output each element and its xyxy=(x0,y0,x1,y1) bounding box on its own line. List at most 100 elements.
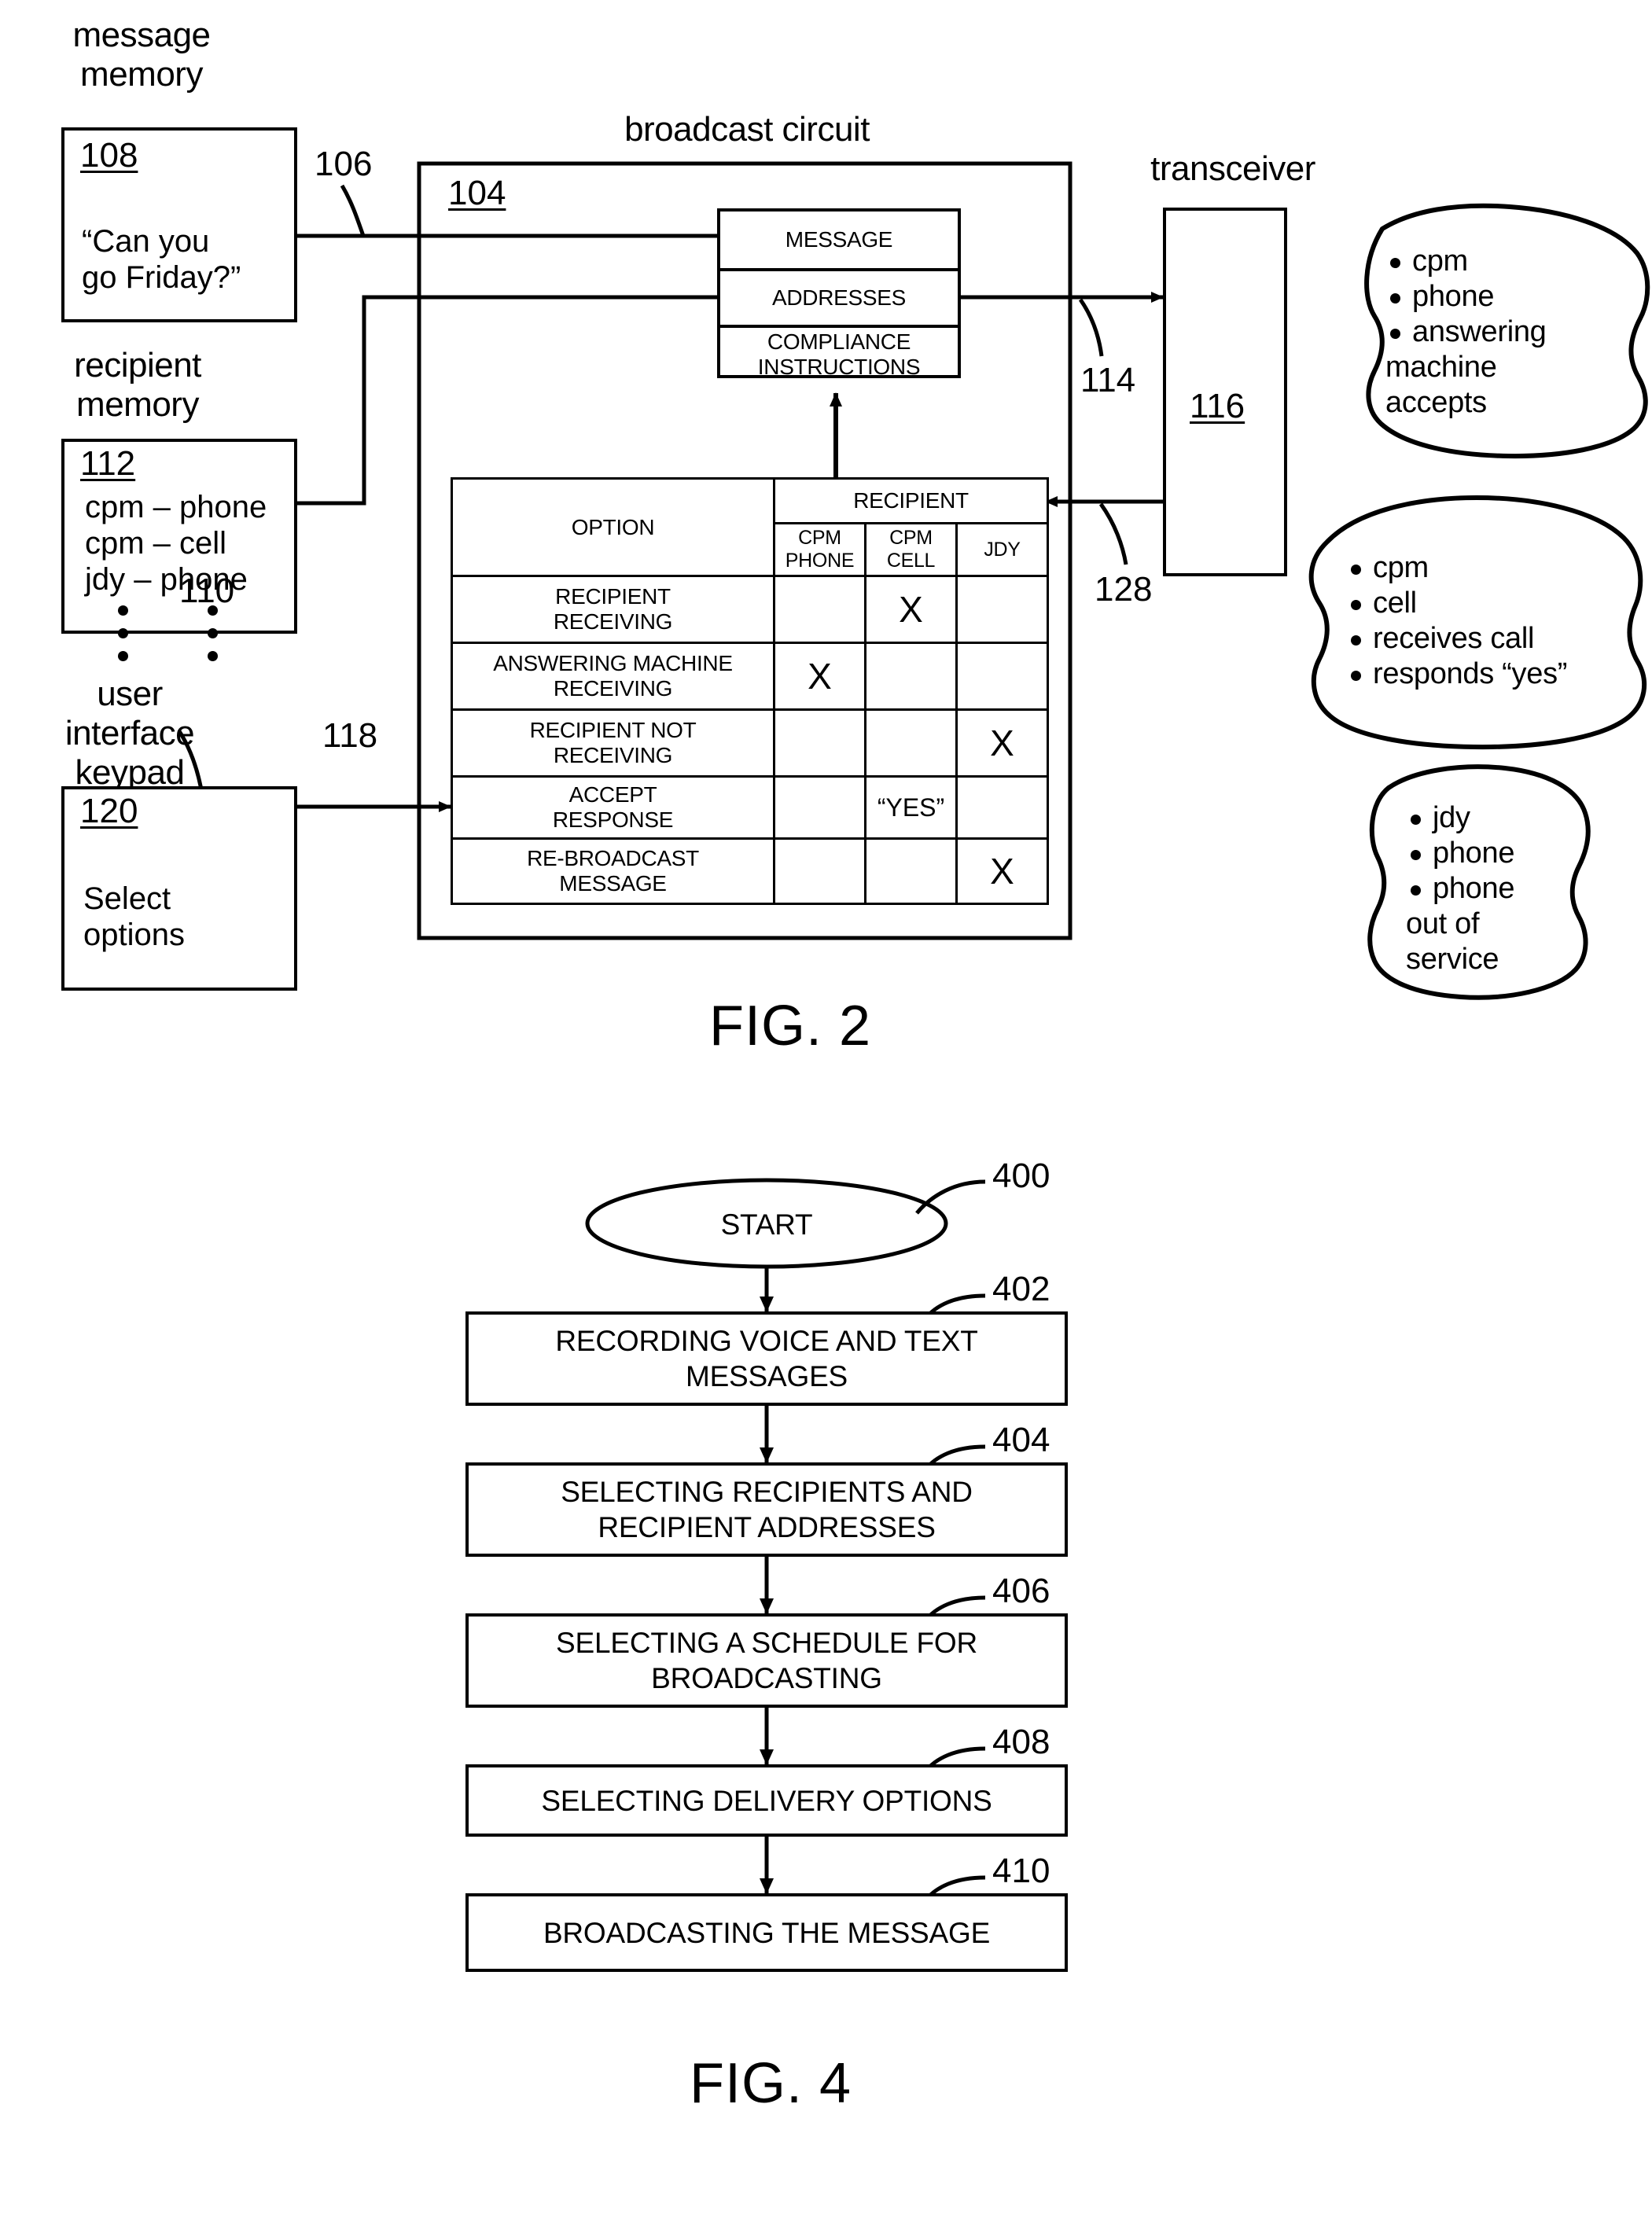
row-3-option-line2: RESPONSE xyxy=(552,807,674,832)
table-row: RECIPIENT RECEIVING X xyxy=(451,575,1050,644)
message-memory-label-line2: memory xyxy=(80,55,203,94)
flow-step-410-line1: BROADCASTING THE MESSAGE xyxy=(543,1916,991,1949)
broadcast-packet-stack: MESSAGE ADDRESSES COMPLIANCE INSTRUCTION… xyxy=(717,208,961,381)
callout-0-cont-1: accepts xyxy=(1385,386,1487,419)
recipient-entry-2: jdy – phone xyxy=(85,562,248,597)
ui-label-line2: interface xyxy=(64,714,195,752)
recipient-memory-label-line1: recipient xyxy=(74,346,201,384)
callout-1-bullet-1: cell xyxy=(1346,586,1621,621)
flow-ref-408: 408 xyxy=(992,1723,1050,1761)
ellipsis-right xyxy=(208,605,218,661)
table-subheader-cpm-phone: CPM PHONE xyxy=(773,522,866,577)
table-header-row-1: OPTION RECIPIENT xyxy=(451,477,1050,577)
message-memory-box: 108 “Can you go Friday?” xyxy=(61,127,297,322)
recipient-memory-label: recipient memory xyxy=(16,346,259,425)
user-interface-keypad-box[interactable]: 120 Select options xyxy=(61,786,297,991)
flow-step-408: SELECTING DELIVERY OPTIONS xyxy=(465,1764,1068,1837)
row-1-cpm-cell xyxy=(864,642,958,711)
subheader-cpm-cell-line1: CPM xyxy=(889,527,933,549)
subheader-cpm-phone-line2: PHONE xyxy=(785,550,855,572)
message-memory-content-line1: “Can you xyxy=(82,224,210,259)
callout-0-cont-0: machine xyxy=(1385,351,1497,384)
callout-2-cont-1: service xyxy=(1406,943,1499,976)
message-memory-label: message memory xyxy=(24,16,259,94)
flow-ref-410: 410 xyxy=(992,1852,1050,1890)
callout-jdy: jdy phone phone out of service xyxy=(1406,800,1602,977)
row-2-jdy: X xyxy=(955,708,1050,778)
row-0-jdy xyxy=(955,575,1050,644)
ui-content-line2: options xyxy=(83,918,185,952)
option-recipient-table-wrap: OPTION RECIPIENT CPM PHONE CPM CELL JDY … xyxy=(451,477,1050,905)
row-4-option-line1: RE-BROADCAST xyxy=(527,846,699,870)
flow-step-404-line2: RECIPIENT ADDRESSES xyxy=(598,1511,936,1543)
row-2-option: RECIPIENT NOT RECEIVING xyxy=(451,708,775,778)
flow-step-410: BROADCASTING THE MESSAGE xyxy=(465,1893,1068,1972)
broadcast-circuit-label: broadcast circuit xyxy=(624,110,870,149)
ref-120: 120 xyxy=(80,792,138,830)
user-interface-keypad-label: user interface keypad xyxy=(8,675,252,793)
flow-step-402-line1: RECORDING VOICE AND TEXT xyxy=(555,1325,978,1357)
row-1-option-line2: RECEIVING xyxy=(553,676,673,701)
lead-label-110: 110 xyxy=(179,572,235,610)
table-row: ANSWERING MACHINE RECEIVING X xyxy=(451,642,1050,711)
callout-1-bullet-3: responds “yes” xyxy=(1346,657,1621,692)
callout-2-bullet-1: phone xyxy=(1406,836,1602,871)
lead-label-114: 114 xyxy=(1080,361,1136,399)
ref-108: 108 xyxy=(80,136,138,175)
row-2-cpm-cell xyxy=(864,708,958,778)
packet-compliance-line1: COMPLIANCE xyxy=(767,329,911,354)
callout-0-bullet-0: cpm xyxy=(1385,244,1621,279)
row-4-cpm-cell xyxy=(864,837,958,905)
flow-step-406: SELECTING A SCHEDULE FOR BROADCASTING xyxy=(465,1613,1068,1708)
row-4-option: RE-BROADCAST MESSAGE xyxy=(451,837,775,905)
figure-4-caption: FIG. 4 xyxy=(689,2052,852,2115)
row-2-option-line2: RECEIVING xyxy=(553,743,673,767)
callout-0-bullet-2: answering xyxy=(1385,314,1621,350)
user-interface-content: Select options xyxy=(83,881,185,953)
recipient-memory-label-line2: memory xyxy=(76,385,199,424)
figure-2-caption: FIG. 2 xyxy=(708,995,872,1057)
ellipsis-left xyxy=(118,605,128,661)
packet-compliance-line2: INSTRUCTIONS xyxy=(757,355,921,379)
ref-112: 112 xyxy=(80,444,136,483)
table-row: ACCEPT RESPONSE “YES” xyxy=(451,775,1050,840)
row-0-option-line1: RECIPIENT xyxy=(555,584,671,609)
row-1-option-line1: ANSWERING MACHINE xyxy=(493,651,733,675)
packet-segment-compliance: COMPLIANCE INSTRUCTIONS xyxy=(720,328,958,381)
row-0-cpm-phone xyxy=(773,575,866,644)
flow-step-406-line1: SELECTING A SCHEDULE FOR xyxy=(556,1627,977,1659)
ref-104: 104 xyxy=(448,174,506,212)
table-subheader-cpm-cell: CPM CELL xyxy=(864,522,958,577)
option-recipient-table: OPTION RECIPIENT CPM PHONE CPM CELL JDY … xyxy=(451,477,1050,905)
transceiver-label: transceiver xyxy=(1150,149,1315,188)
recipient-memory-entries: cpm – phone cpm – cell jdy – phone xyxy=(85,489,267,598)
table-header-option: OPTION xyxy=(451,477,775,577)
message-memory-label-line1: message xyxy=(72,16,211,54)
row-3-option-line1: ACCEPT xyxy=(568,782,657,807)
row-1-option: ANSWERING MACHINE RECEIVING xyxy=(451,642,775,711)
row-1-cpm-phone: X xyxy=(773,642,866,711)
flow-ref-400: 400 xyxy=(992,1157,1050,1195)
subheader-cpm-cell-line2: CELL xyxy=(886,550,936,572)
table-header-recipient: RECIPIENT xyxy=(772,477,1050,524)
table-subheader-jdy: JDY xyxy=(955,522,1050,577)
row-2-option-line1: RECIPIENT NOT xyxy=(529,718,697,742)
table-row: RE-BROADCAST MESSAGE X xyxy=(451,837,1050,905)
row-3-option: ACCEPT RESPONSE xyxy=(451,775,775,840)
callout-cpm-cell: cpm cell receives call responds “yes” xyxy=(1346,550,1621,692)
row-3-jdy xyxy=(955,775,1050,840)
lead-label-118: 118 xyxy=(322,716,378,755)
row-4-option-line2: MESSAGE xyxy=(559,871,667,896)
message-memory-content-line2: go Friday?” xyxy=(82,260,241,295)
ref-116: 116 xyxy=(1190,387,1245,425)
row-0-cpm-cell: X xyxy=(864,575,958,644)
callout-1-bullet-2: receives call xyxy=(1346,621,1621,657)
subheader-cpm-phone-line1: CPM xyxy=(798,527,841,549)
recipient-entry-1: cpm – cell xyxy=(85,526,227,561)
ui-content-line1: Select xyxy=(83,881,171,916)
row-3-cpm-cell: “YES” xyxy=(864,775,958,840)
callout-cpm-phone: cpm phone answering machine accepts xyxy=(1385,244,1621,421)
flow-step-408-line1: SELECTING DELIVERY OPTIONS xyxy=(541,1784,992,1817)
packet-segment-addresses: ADDRESSES xyxy=(720,271,958,328)
row-0-option: RECIPIENT RECEIVING xyxy=(451,575,775,644)
